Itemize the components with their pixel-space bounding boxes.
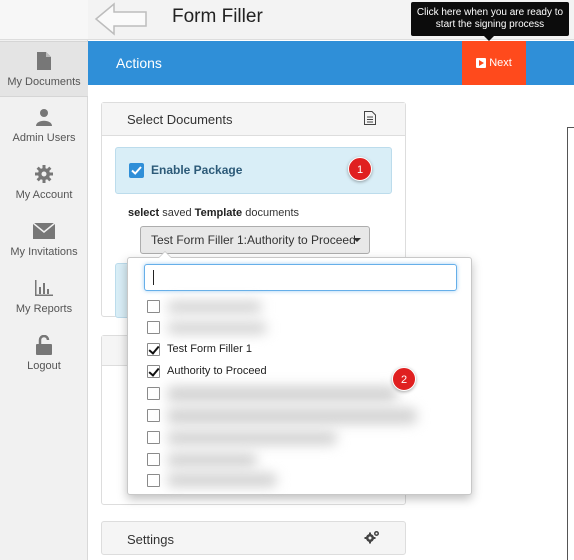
sidebar-item-label: Logout: [27, 360, 61, 372]
option-checkbox[interactable]: [147, 300, 160, 313]
document-preview: [567, 127, 574, 560]
sidebar-item-logout[interactable]: Logout: [0, 326, 88, 382]
panel-title: Select Documents: [127, 112, 233, 127]
blurred-option-text: [167, 473, 277, 487]
enable-package-checkbox[interactable]: [129, 163, 144, 178]
dropdown-option[interactable]: [147, 471, 447, 491]
dropdown-option[interactable]: [147, 428, 447, 448]
bar-chart-icon: [0, 277, 88, 299]
next-button-label: Next: [489, 57, 512, 69]
blurred-option-text: [167, 408, 417, 424]
dropdown-option[interactable]: [147, 297, 447, 317]
next-tooltip: Click here when you are ready to start t…: [411, 2, 569, 41]
sidebar-item-my-documents[interactable]: My Documents: [0, 41, 88, 97]
actions-label: Actions: [116, 55, 162, 71]
dropdown-search-input[interactable]: [144, 264, 457, 291]
tooltip-line-2: start the signing process: [435, 19, 545, 30]
document-icon: [0, 50, 88, 72]
enable-package-label: Enable Package: [151, 163, 243, 177]
unlock-icon: [0, 334, 88, 356]
settings-panel[interactable]: Settings: [101, 521, 406, 555]
select-prefix: select: [128, 207, 160, 219]
action-bar: Actions Next: [88, 41, 574, 85]
caret-down-icon: [353, 238, 361, 242]
file-text-icon[interactable]: [364, 111, 376, 125]
option-checkbox[interactable]: [147, 474, 160, 487]
dropdown-option[interactable]: [147, 318, 447, 338]
option-label: Test Form Filler 1: [167, 343, 252, 355]
select-bold: Template: [194, 207, 243, 219]
dropdown-option[interactable]: [147, 450, 447, 470]
cogs-icon[interactable]: [364, 530, 380, 544]
option-checkbox[interactable]: [147, 409, 160, 422]
back-arrow-icon[interactable]: [94, 2, 150, 36]
gear-icon: [0, 163, 88, 185]
sidebar-item-admin-users[interactable]: Admin Users: [0, 98, 88, 154]
settings-label: Settings: [127, 532, 174, 547]
sidebar-item-my-invitations[interactable]: My Invitations: [0, 212, 88, 268]
sidebar-top: [0, 0, 88, 40]
sidebar-item-label: My Documents: [7, 76, 81, 88]
dropdown-option[interactable]: Test Form Filler 1: [147, 340, 447, 360]
option-checkbox[interactable]: [147, 453, 160, 466]
header: Form Filler Click here when you are read…: [88, 0, 574, 41]
select-template-text: select saved Template documents: [128, 207, 299, 219]
option-checkbox[interactable]: [147, 343, 160, 356]
template-select[interactable]: Test Form Filler 1:Authority to Proceed: [140, 226, 370, 254]
option-checkbox[interactable]: [147, 321, 160, 334]
blurred-option-text: [167, 301, 262, 313]
option-label: Authority to Proceed: [167, 365, 267, 377]
option-checkbox[interactable]: [147, 365, 160, 378]
next-button[interactable]: Next: [462, 41, 526, 85]
blurred-option-text: [167, 453, 257, 467]
step-badge-2: 2: [392, 367, 416, 391]
blurred-option-text: [167, 386, 397, 402]
page-title: Form Filler: [172, 6, 263, 27]
template-select-value: Test Form Filler 1:Authority to Proceed: [151, 233, 356, 247]
tooltip-line-1: Click here when you are ready to: [416, 7, 564, 18]
sidebar-item-my-reports[interactable]: My Reports: [0, 269, 88, 325]
sidebar-item-label: My Invitations: [10, 246, 78, 258]
sidebar-item-label: My Account: [15, 189, 73, 201]
template-dropdown: Test Form Filler 1 Authority to Proceed: [127, 251, 472, 495]
sidebar-item-label: My Reports: [15, 303, 73, 315]
option-checkbox[interactable]: [147, 431, 160, 444]
select-suffix: documents: [242, 207, 300, 219]
envelope-icon: [0, 220, 88, 242]
play-icon: [476, 58, 487, 68]
user-icon: [0, 106, 88, 128]
dropdown-option[interactable]: [147, 406, 447, 426]
blurred-option-text: [167, 431, 337, 445]
option-checkbox[interactable]: [147, 387, 160, 400]
blurred-option-text: [167, 322, 267, 334]
panel-header: Select Documents: [102, 103, 405, 136]
sidebar-item-my-account[interactable]: My Account: [0, 155, 88, 211]
sidebar: My Documents Admin Users My Account My I…: [0, 0, 88, 560]
text-cursor: [153, 270, 154, 285]
select-middle: saved: [159, 207, 195, 219]
step-badge-1: 1: [348, 157, 372, 181]
sidebar-item-label: Admin Users: [12, 132, 76, 144]
